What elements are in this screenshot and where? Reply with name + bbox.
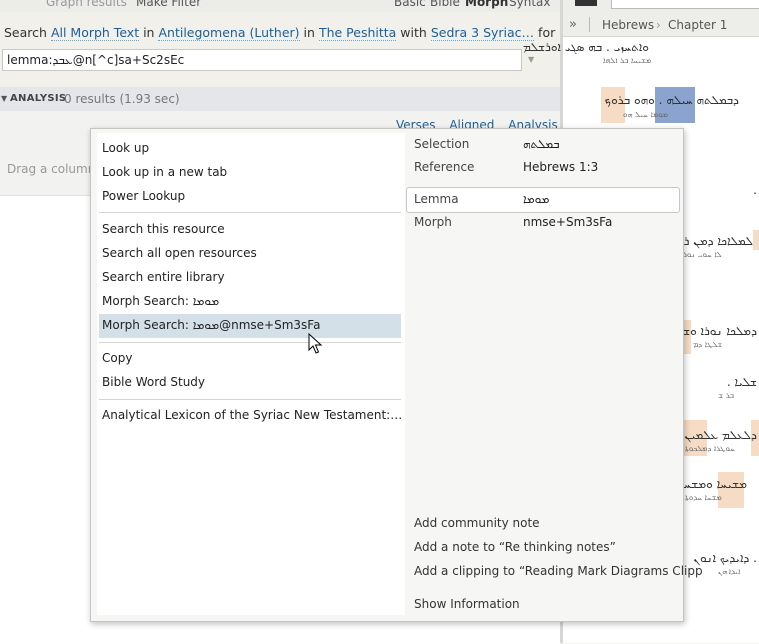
reference-box[interactable] xyxy=(611,0,759,9)
menu-item-morph-search-full[interactable]: Morph Search: ܡܘܡܐ@nmse+Sm3sFa xyxy=(102,318,320,333)
search-in-text: in xyxy=(143,25,155,40)
gloss-line: ܒܪ ܫ xyxy=(718,391,734,400)
morph-label: Morph xyxy=(414,215,452,229)
tab-bible[interactable]: Bible xyxy=(430,0,460,9)
selection-label: Selection xyxy=(414,137,470,151)
menu-item-bible-word-study[interactable]: Bible Word Study xyxy=(102,375,205,389)
collection-dropdown[interactable]: Antilegomena (Luther) xyxy=(158,25,300,41)
reference-value[interactable]: Hebrews 1:3 xyxy=(523,160,598,174)
tab-basic[interactable]: Basic xyxy=(394,0,426,9)
show-information-item[interactable]: Show Information xyxy=(414,597,520,611)
collapse-triangle-icon[interactable]: ▼ xyxy=(1,94,7,103)
search-for-text: for xyxy=(538,25,556,40)
resource-dropdown[interactable]: The Peshitta xyxy=(318,25,397,41)
dropdown-arrow-icon[interactable]: ▼ xyxy=(528,55,534,64)
menu-item-power-lookup[interactable]: Power Lookup xyxy=(102,189,185,203)
add-community-note-item[interactable]: Add community note xyxy=(414,516,540,530)
selection-value: ܒܡܠܬܗ xyxy=(523,137,560,151)
syriac-text-line: . ܕܐܝܕܝܟ ܐܢܘܢ xyxy=(693,551,757,565)
gloss-line: ܡܘܡܐ ܚܝܠ ܗܘ xyxy=(623,110,669,119)
breadcrumb-book[interactable]: Hebrews xyxy=(602,18,654,32)
mouse-cursor-icon xyxy=(308,333,323,354)
menu-item-search-all-open[interactable]: Search all open resources xyxy=(102,246,257,260)
make-filter-button[interactable]: Make Filter xyxy=(136,0,201,9)
reader-toolbar xyxy=(563,0,759,14)
graph-results-button[interactable]: Graph results xyxy=(46,0,127,9)
search-prefix: Search xyxy=(4,25,47,40)
search-in-text-2: in xyxy=(303,25,315,40)
drag-column-hint: Drag a column xyxy=(7,162,96,176)
search-query-input[interactable] xyxy=(2,49,522,71)
gloss-line: ܫܠܛܐ ܕܡ xyxy=(693,340,723,349)
syriac-text-line: . xyxy=(753,183,757,197)
menu-separator xyxy=(99,342,401,343)
menu-item-look-up[interactable]: Look up xyxy=(102,141,149,155)
tab-morph[interactable]: Morph xyxy=(465,0,508,9)
search-scope-line: Search All Morph Text in Antilegomena (L… xyxy=(4,25,556,41)
menu-item-copy[interactable]: Copy xyxy=(102,351,132,365)
menu-separator xyxy=(99,399,401,400)
context-menu-commands xyxy=(97,133,405,615)
syriac-text-line: ܫܠܝܐ . xyxy=(726,375,757,389)
chevron-right-icon[interactable]: » xyxy=(569,17,577,32)
add-clipping-item[interactable]: Add a clipping to “Reading Mark Diagrams… xyxy=(414,564,703,578)
syriac-text-line: ܕܒܡܠܬܗ ܚܝܠܗ . ܘܗܘ ܒܪܘܟ xyxy=(604,93,739,107)
breadcrumb: » Hebrews › Chapter 1 xyxy=(563,14,759,37)
syriac-text-line: ܘܐܬܚܙܝ . ܒܗ ܣܓܝ ܐܘܪܫܠܡ xyxy=(522,40,649,54)
morph-database-dropdown[interactable]: Sedra 3 Syriac… xyxy=(430,25,535,41)
gloss-line: ܡܫܝܚܐ ܒܪ ܐܠܗܐ xyxy=(603,56,652,65)
tab-syntax[interactable]: Syntax xyxy=(509,0,550,9)
gloss-line: ܐܝܕܐ ܗܢ xyxy=(718,567,741,576)
lemma-label: Lemma xyxy=(414,192,459,206)
menu-item-search-this-resource[interactable]: Search this resource xyxy=(102,222,225,236)
menu-item-morph-search-lemma[interactable]: Morph Search: ܡܘܡܐ xyxy=(102,294,219,309)
gloss-line: ܚܘܛܪܐ ܕܡܠܟܘܬܐ xyxy=(685,444,735,453)
menu-separator xyxy=(99,212,401,213)
results-count: 0 results (1.93 sec) xyxy=(64,92,180,106)
morph-value[interactable]: nmse+Sm3sFa xyxy=(523,215,612,229)
search-with-text: with xyxy=(400,25,427,40)
add-note-item[interactable]: Add a note to “Re thinking notes” xyxy=(414,540,616,554)
reference-label: Reference xyxy=(414,160,475,174)
breadcrumb-separator-icon: › xyxy=(656,18,661,32)
lemma-value[interactable]: ܡܘܡܐ xyxy=(523,192,549,207)
analysis-header: ▼ ANALYSIS 0 results (1.93 sec) xyxy=(0,87,560,111)
menu-item-analytical-lexicon[interactable]: Analytical Lexicon of the Syriac New Tes… xyxy=(102,408,402,422)
analysis-title: ANALYSIS xyxy=(10,93,67,104)
word-highlight[interactable] xyxy=(753,230,759,250)
search-target-dropdown[interactable]: All Morph Text xyxy=(50,25,140,41)
gloss-line: ܠܐ ܚܘܝ ܢܘܪ xyxy=(683,250,722,259)
panel-menu-icon[interactable] xyxy=(575,0,597,6)
menu-item-look-up-new-tab[interactable]: Look up in a new tab xyxy=(102,165,227,179)
gloss-line: ܡܫܚܐ ܚܕܘܬܐ xyxy=(685,493,722,502)
menu-item-search-entire-library[interactable]: Search entire library xyxy=(102,270,225,284)
top-toolbar-strip: Graph results Make Filter Basic Bible Mo… xyxy=(0,0,560,12)
breadcrumb-chapter[interactable]: Chapter 1 xyxy=(668,18,727,32)
breadcrumb-divider xyxy=(589,17,590,32)
